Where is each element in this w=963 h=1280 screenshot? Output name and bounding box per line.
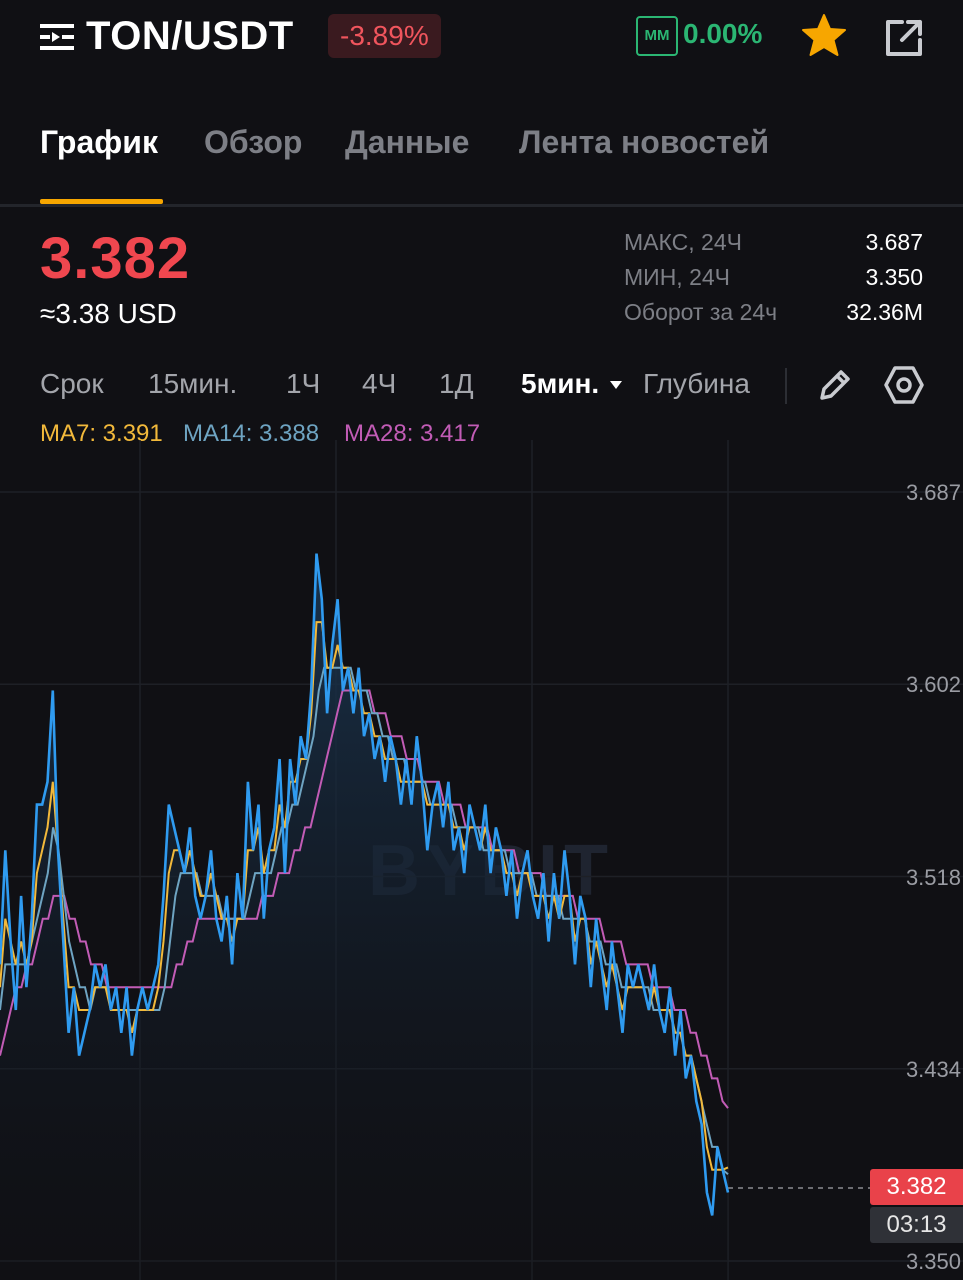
tab-news[interactable]: Лента новостей xyxy=(519,124,769,161)
usd-price: ≈3.38 USD xyxy=(40,298,177,329)
tf-1d[interactable]: 1Д xyxy=(439,368,474,400)
tab-chart[interactable]: График xyxy=(40,124,158,161)
change-badge: -3.89% xyxy=(328,14,441,58)
stat-turnover-value: 32.36M xyxy=(846,299,923,325)
star-icon[interactable] xyxy=(800,12,848,60)
pair-title[interactable]: TON/USDT xyxy=(86,14,294,59)
tab-data[interactable]: Данные xyxy=(345,124,469,161)
last-price: 3.382 xyxy=(40,226,191,291)
price-chart[interactable] xyxy=(0,440,963,1280)
tab-divider xyxy=(0,204,963,207)
toolbar-divider xyxy=(785,368,787,404)
y-tick-label: 3.434 xyxy=(905,1057,961,1082)
y-tick-label: 3.687 xyxy=(905,480,961,505)
pencil-icon[interactable] xyxy=(816,366,854,404)
last-price-tag: 3.382 xyxy=(870,1169,963,1205)
mm-badge: MM xyxy=(636,16,678,56)
mm-value: 0.00% xyxy=(683,18,763,49)
tf-5m[interactable]: 5мин. xyxy=(521,368,599,400)
y-tick-label: 3.602 xyxy=(905,672,961,697)
share-icon[interactable] xyxy=(882,16,926,60)
candle-countdown-tag: 03:13 xyxy=(870,1207,963,1243)
tf-depth[interactable]: Глубина xyxy=(643,368,750,400)
tf-4h[interactable]: 4Ч xyxy=(362,368,396,400)
stat-low-label: МИН, 24Ч xyxy=(624,264,730,290)
y-tick-label: 3.518 xyxy=(905,865,961,890)
stat-low-value: 3.350 xyxy=(865,264,923,290)
tf-term[interactable]: Срок xyxy=(40,368,104,400)
tab-overview[interactable]: Обзор xyxy=(204,124,302,161)
stat-turnover-label: Оборот за 24ч xyxy=(624,299,778,325)
price-area xyxy=(0,553,728,1280)
tf-15m[interactable]: 15мин. xyxy=(148,368,237,400)
menu-icon[interactable] xyxy=(40,22,74,52)
tf-1h[interactable]: 1Ч xyxy=(286,368,320,400)
stat-high-value: 3.687 xyxy=(865,229,923,255)
stat-high-label: МАКС, 24Ч xyxy=(624,229,742,255)
y-tick-label: 3.350 xyxy=(905,1249,961,1274)
settings-icon[interactable] xyxy=(884,364,924,406)
caret-down-icon[interactable] xyxy=(608,378,624,392)
